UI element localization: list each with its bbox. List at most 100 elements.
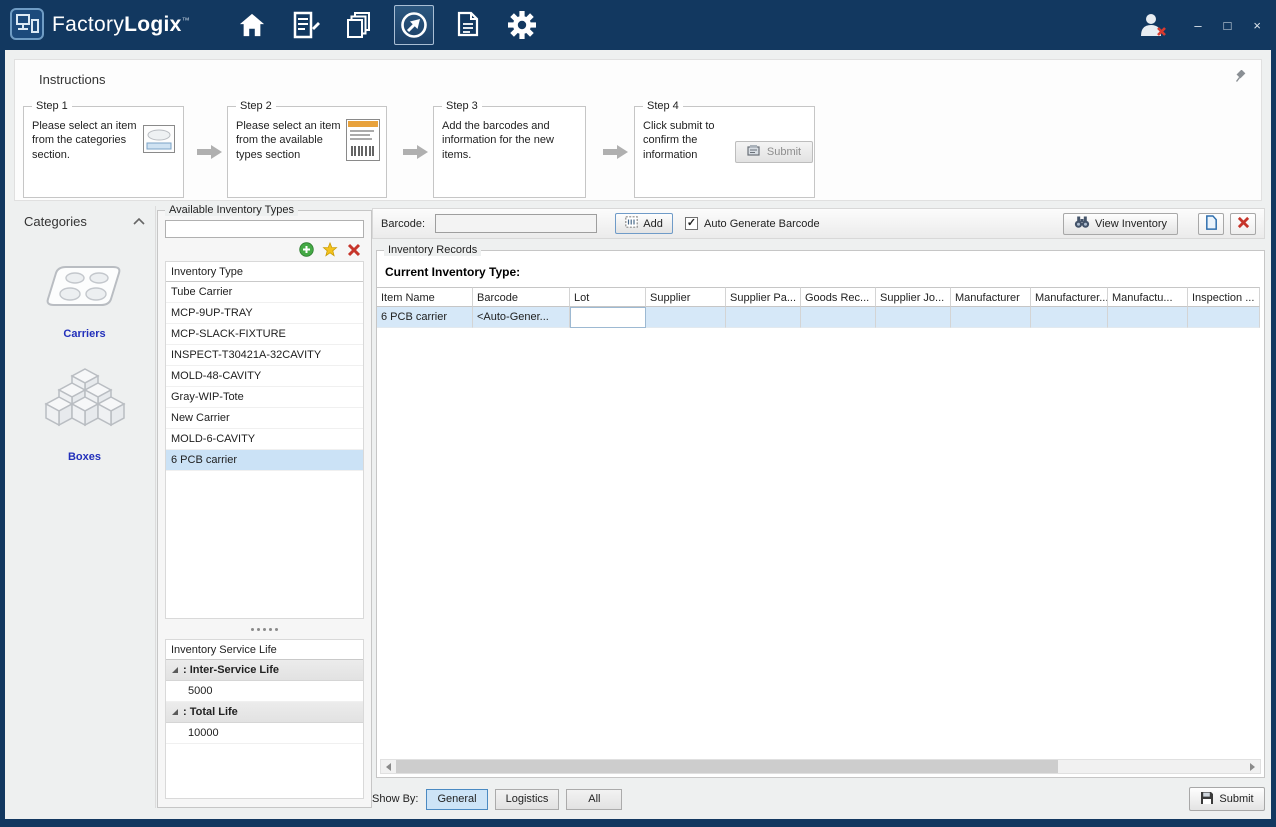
documents-icon[interactable] bbox=[448, 5, 488, 45]
records-column-header[interactable]: Lot bbox=[570, 287, 646, 307]
total-life-group-row[interactable]: : Total Life bbox=[166, 702, 363, 723]
records-column-header[interactable]: Manufactu... bbox=[1108, 287, 1188, 307]
inventory-type-row[interactable]: MCP-SLACK-FIXTURE bbox=[166, 324, 363, 345]
add-button-label: Add bbox=[643, 218, 663, 230]
type-filter-input[interactable] bbox=[165, 220, 364, 238]
current-inventory-type-label: Current Inventory Type: bbox=[385, 265, 1264, 279]
barcode-input[interactable] bbox=[435, 214, 597, 233]
step-4-text: Click submit to confirm the information bbox=[643, 119, 735, 162]
records-cell[interactable]: 6 PCB carrier bbox=[377, 307, 473, 328]
records-column-header[interactable]: Manufacturer bbox=[951, 287, 1031, 307]
records-cell[interactable] bbox=[876, 307, 951, 328]
close-button[interactable]: × bbox=[1250, 19, 1264, 32]
window-controls: – □ × bbox=[1139, 0, 1264, 50]
titlebar: FactoryLogix™ bbox=[0, 0, 1276, 50]
inventory-type-row[interactable]: INSPECT-T30421A-32CAVITY bbox=[166, 345, 363, 366]
records-header-row: Item NameBarcodeLotSupplierSupplier Pa..… bbox=[377, 287, 1264, 307]
inventory-type-row[interactable]: 6 PCB carrier bbox=[166, 450, 363, 471]
show-by-buttons: General Logistics All bbox=[426, 789, 629, 810]
settings-gear-icon[interactable] bbox=[502, 5, 542, 45]
barcode-label: Barcode: bbox=[381, 218, 425, 230]
categories-panel: Categories Carriers bbox=[14, 206, 156, 808]
add-button[interactable]: Add bbox=[615, 213, 673, 234]
scrollbar-thumb[interactable] bbox=[396, 760, 1058, 773]
user-logout-icon[interactable] bbox=[1139, 12, 1167, 39]
records-column-header[interactable]: Inspection ... bbox=[1188, 287, 1260, 307]
service-life-header[interactable]: Inventory Service Life bbox=[166, 640, 363, 660]
inventory-type-row[interactable]: New Carrier bbox=[166, 408, 363, 429]
records-cell[interactable] bbox=[646, 307, 726, 328]
show-by-general-button[interactable]: General bbox=[426, 789, 487, 810]
records-cell[interactable]: <Auto-Gener... bbox=[473, 307, 570, 328]
inventory-type-row[interactable]: Tube Carrier bbox=[166, 282, 363, 303]
inter-service-life-label: : Inter-Service Life bbox=[183, 660, 279, 681]
step-arrow-icon bbox=[197, 144, 223, 163]
step-1-text: Please select an item from the categorie… bbox=[32, 119, 144, 162]
inventory-type-row[interactable]: MCP-9UP-TRAY bbox=[166, 303, 363, 324]
show-by-label: Show By: bbox=[372, 793, 418, 805]
add-type-button[interactable] bbox=[296, 241, 316, 258]
delete-type-button[interactable] bbox=[344, 241, 364, 258]
records-cell[interactable] bbox=[1108, 307, 1188, 328]
inter-service-life-value[interactable]: 5000 bbox=[166, 681, 363, 702]
instructions-title: Instructions bbox=[39, 72, 105, 87]
records-cell[interactable] bbox=[951, 307, 1031, 328]
category-carriers[interactable]: Carriers bbox=[14, 255, 155, 340]
step-arrow-icon bbox=[403, 144, 429, 163]
records-column-header[interactable]: Manufacturer... bbox=[1031, 287, 1108, 307]
expand-triangle-icon bbox=[172, 709, 178, 715]
records-cell[interactable] bbox=[1031, 307, 1108, 328]
app-name-factory: Factory bbox=[52, 13, 124, 36]
scroll-right-arrow-icon[interactable] bbox=[1245, 760, 1260, 773]
step-4-label: Step 4 bbox=[643, 100, 683, 112]
category-boxes[interactable]: Boxes bbox=[14, 362, 155, 463]
show-by-logistics-button[interactable]: Logistics bbox=[495, 789, 560, 810]
step-2-text: Please select an item from the available… bbox=[236, 119, 346, 162]
records-column-header[interactable]: Barcode bbox=[473, 287, 570, 307]
inter-service-life-group-row[interactable]: : Inter-Service Life bbox=[166, 660, 363, 681]
records-column-header[interactable]: Supplier Jo... bbox=[876, 287, 951, 307]
minimize-button[interactable]: – bbox=[1191, 19, 1204, 32]
splitter-handle[interactable] bbox=[165, 625, 364, 633]
auto-generate-checkbox[interactable] bbox=[685, 217, 698, 230]
total-life-value[interactable]: 10000 bbox=[166, 723, 363, 744]
inventory-type-row[interactable]: MOLD-48-CAVITY bbox=[166, 366, 363, 387]
records-cell[interactable] bbox=[726, 307, 801, 328]
step-submit-label: Submit bbox=[767, 146, 801, 158]
records-column-header[interactable]: Goods Rec... bbox=[801, 287, 876, 307]
step-1-box: Step 1 Please select an item from the ca… bbox=[23, 106, 184, 198]
records-data-row[interactable]: 6 PCB carrier<Auto-Gener... bbox=[377, 307, 1264, 328]
records-column-header[interactable]: Supplier bbox=[646, 287, 726, 307]
records-cell[interactable] bbox=[801, 307, 876, 328]
total-life-label: : Total Life bbox=[183, 702, 238, 723]
view-inventory-button[interactable]: View Inventory bbox=[1063, 213, 1178, 235]
scroll-left-arrow-icon[interactable] bbox=[381, 760, 396, 773]
horizontal-scrollbar[interactable] bbox=[380, 759, 1261, 774]
inventory-type-column-header[interactable]: Inventory Type bbox=[166, 262, 363, 282]
categories-title: Categories bbox=[24, 214, 87, 229]
collapse-chevron-icon[interactable] bbox=[133, 216, 145, 228]
step-arrow-icon bbox=[603, 144, 629, 163]
inventory-type-row[interactable]: MOLD-6-CAVITY bbox=[166, 429, 363, 450]
content-area: Instructions Step 1 Please select an ite… bbox=[5, 50, 1271, 819]
records-column-header[interactable]: Supplier Pa... bbox=[726, 287, 801, 307]
show-by-all-button[interactable]: All bbox=[566, 789, 622, 810]
app-name-logix: Logix bbox=[124, 13, 182, 36]
inventory-type-row[interactable]: Gray-WIP-Tote bbox=[166, 387, 363, 408]
delete-record-button[interactable] bbox=[1230, 213, 1256, 235]
add-barcode-icon bbox=[625, 216, 638, 231]
records-cell[interactable] bbox=[570, 307, 646, 328]
step-submit-button[interactable]: Submit bbox=[735, 141, 813, 163]
records-cell[interactable] bbox=[1188, 307, 1260, 328]
submit-button[interactable]: Submit bbox=[1189, 787, 1265, 811]
records-column-header[interactable]: Item Name bbox=[377, 287, 473, 307]
pin-icon[interactable] bbox=[1235, 70, 1247, 86]
maximize-button[interactable]: □ bbox=[1221, 19, 1235, 32]
batches-icon[interactable] bbox=[340, 5, 380, 45]
new-type-star-button[interactable] bbox=[320, 241, 340, 258]
worksheets-icon[interactable] bbox=[286, 5, 326, 45]
submit-form-icon bbox=[747, 144, 762, 160]
dispatch-icon[interactable] bbox=[394, 5, 434, 45]
home-icon[interactable] bbox=[232, 5, 272, 45]
copy-record-button[interactable] bbox=[1198, 213, 1224, 235]
